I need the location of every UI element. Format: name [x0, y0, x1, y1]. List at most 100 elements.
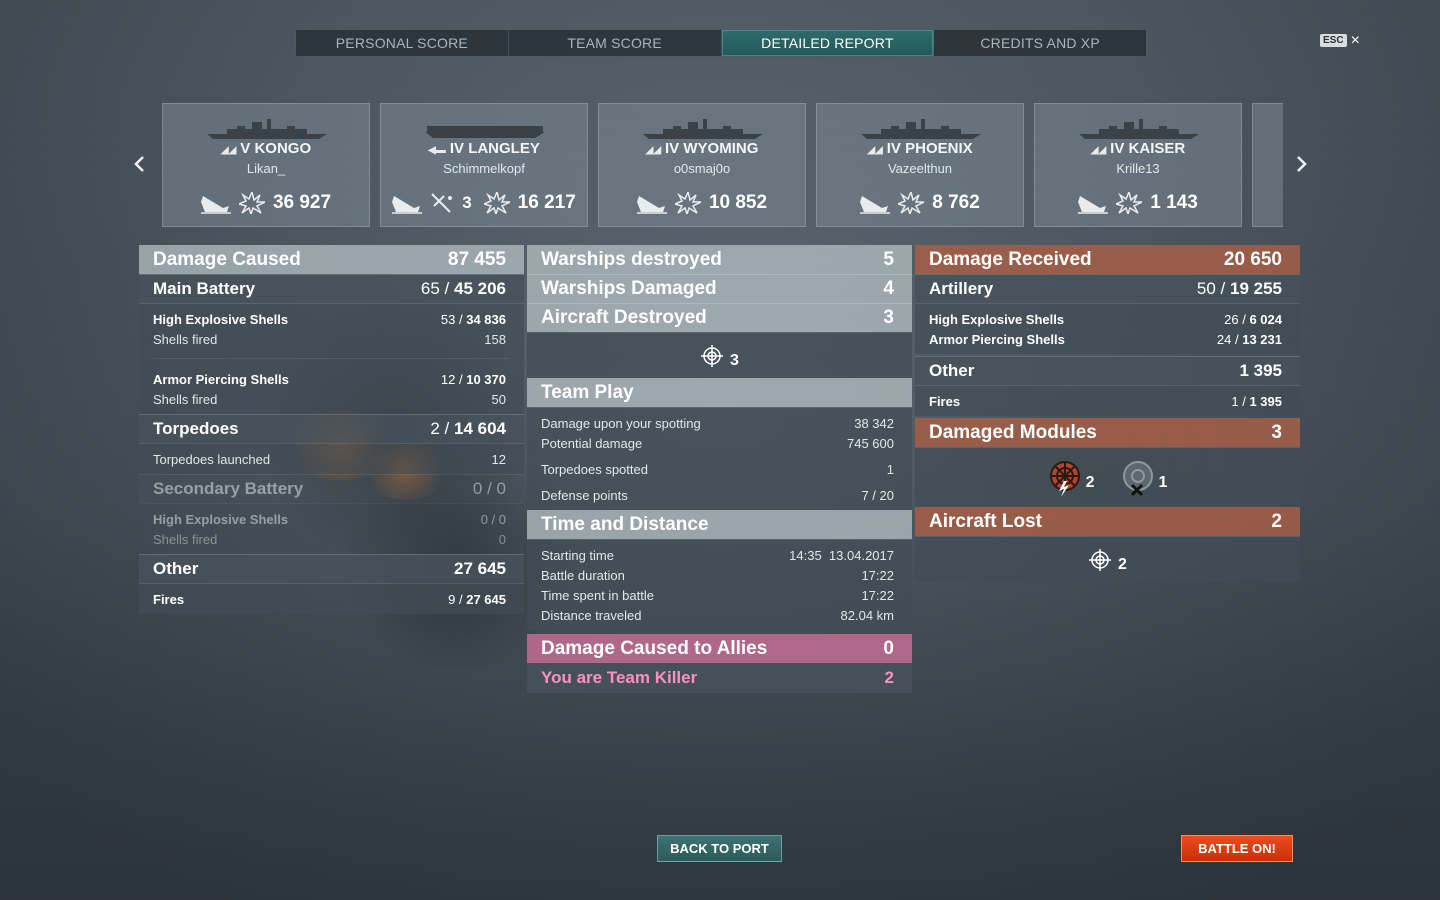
battle-on-button[interactable]: BATTLE ON! [1181, 835, 1293, 862]
team-killer-row: You are Team Killer 2 [527, 663, 912, 693]
aircraft-destroyed-icons: 3 [527, 332, 912, 378]
torpedoes-details: Torpedoes launched 12 [139, 443, 524, 474]
ship-card[interactable]: ◢◢ IV KAISER Krille13 1 143 [1034, 103, 1242, 227]
ship-sunk-icon [1078, 196, 1109, 214]
ship-name-label: PHOENIX [905, 140, 973, 157]
ship-silhouette-icon [425, 126, 545, 138]
time-spent-row: Time spent in battle 17:22 [541, 587, 894, 603]
ship-name: ◀▬ IV LANGLEY [381, 140, 587, 157]
torpedoes-launched-row: Torpedoes launched 12 [153, 451, 506, 467]
ship-stats: 36 927 [163, 190, 369, 216]
ship-class-icon: ◢◢ [645, 145, 662, 156]
damage-burst-icon [238, 192, 265, 214]
ship-card[interactable]: ◢◢ IV WYOMING o0smaj0o 10 852 [598, 103, 806, 227]
damaged-modules-header: Damaged Modules 3 [915, 418, 1300, 447]
ship-silhouette-icon [643, 119, 763, 139]
ship-class-icon: ◢◢ [867, 145, 883, 156]
ship-sunk-icon [392, 196, 423, 214]
ship-name-label: KAISER [1128, 140, 1186, 157]
ship-card[interactable]: ◢◢ V KONGO Likan_ 36 927 [162, 103, 370, 227]
ship-name: ◢◢ IV KAISER [1035, 140, 1241, 157]
damage-caused-header: Damage Caused 87 455 [139, 245, 524, 274]
ship-name: ◢◢ IV WYOMING [599, 140, 805, 157]
ship-tier: IV [886, 140, 901, 157]
ship-class-icon: ◢◢ [220, 145, 237, 156]
spotting-damage-row: Damage upon your spotting 38 342 [541, 415, 894, 431]
torpedoes-spotted-row: Torpedoes spotted 1 [541, 461, 894, 477]
ship-tier: IV [1110, 140, 1125, 157]
torpedoes-row: Torpedoes 2 / 14 604 [139, 414, 524, 443]
ship-silhouette-icon [861, 119, 981, 139]
crosshair-icon [701, 344, 724, 367]
aircraft-shot-count: 3 [462, 193, 472, 212]
carousel-next-button[interactable] [1292, 152, 1312, 178]
ship-tier: IV [665, 140, 680, 157]
received-other-details: Fires 1 / 1 395 [915, 385, 1300, 416]
starting-time-row: Starting time 14:35 13.04.2017 [541, 547, 894, 563]
aircraft-lost-icons: 2 [915, 536, 1300, 582]
he-shells-row: High Explosive Shells 53 / 34 836 [153, 311, 506, 327]
defense-points-row: Defense points 7 / 20 [541, 487, 894, 503]
secondary-fired-row: Shells fired 0 [153, 531, 506, 547]
tab-credits-xp[interactable]: CREDITS AND XP [934, 30, 1146, 56]
ship-stats: 3 16 217 [381, 190, 587, 216]
ship-name-label: LANGLEY [468, 140, 540, 157]
battle-summary-panel: Warships destroyed 5 Warships Damaged 4 … [527, 245, 912, 693]
ap-shells-fired-row: Shells fired 50 [153, 391, 506, 407]
ship-damage-value: 8 762 [932, 192, 980, 213]
received-he-row: High Explosive Shells 26 / 6 024 [929, 311, 1282, 327]
esc-key-label: ESC [1320, 34, 1347, 47]
fires-row: Fires 9 / 27 645 [153, 591, 506, 607]
player-name: o0smaj0o [673, 161, 731, 176]
ship-damage-value: 36 927 [272, 192, 332, 213]
chevron-right-icon [1297, 156, 1307, 172]
ship-card[interactable]: ◀▬ IV LANGLEY Schimmelkopf 3 16 217 [380, 103, 588, 227]
ship-tier: V [240, 140, 251, 157]
other-damage-details: Fires 9 / 27 645 [139, 583, 524, 614]
secondary-battery-details: High Explosive Shells 0 / 0 Shells fired… [139, 503, 524, 554]
back-to-port-button[interactable]: BACK TO PORT [657, 835, 782, 862]
received-other-row: Other 1 395 [915, 356, 1300, 385]
ship-card[interactable]: ◢◢ IV PHOENIX Vazeelthun 8 762 [816, 103, 1024, 227]
secondary-he-row: High Explosive Shells 0 / 0 [153, 511, 506, 527]
warships-destroyed-header: Warships destroyed 5 [527, 245, 912, 274]
ship-damage-value: 10 852 [708, 192, 768, 213]
ship-damage-value: 16 217 [517, 192, 576, 213]
artillery-row: Artillery 50 / 19 255 [915, 274, 1300, 303]
carousel-prev-button[interactable] [129, 152, 149, 178]
engine-damage-count: 1 [1158, 473, 1168, 491]
ship-stats: 10 852 [599, 190, 805, 216]
ship-sunk-icon [200, 196, 231, 214]
ship-tier: IV [449, 140, 465, 157]
player-name: Likan_ [246, 161, 286, 176]
steering-gear-icon [1049, 460, 1080, 497]
tab-personal-score[interactable]: PERSONAL SCORE [296, 30, 509, 56]
close-icon: × [1350, 31, 1360, 49]
ship-silhouette-icon [1079, 119, 1199, 139]
ship-name: ◢◢ IV PHOENIX [817, 140, 1023, 157]
ship-damage-value: 1 143 [1150, 192, 1198, 213]
other-damage-row: Other 27 645 [139, 554, 524, 583]
battle-duration-row: Battle duration 17:22 [541, 567, 894, 583]
ship-card-partial[interactable] [1252, 103, 1283, 227]
time-distance-header: Time and Distance [527, 510, 912, 539]
received-fires-row: Fires 1 / 1 395 [929, 393, 1282, 409]
player-name: Schimmelkopf [443, 161, 525, 176]
allies-damage-header: Damage Caused to Allies 0 [527, 634, 912, 663]
ship-name: ◢◢ V KONGO [163, 140, 369, 157]
team-play-header: Team Play [527, 378, 912, 407]
damage-burst-icon [483, 192, 510, 214]
damage-burst-icon [1116, 192, 1143, 214]
tab-detailed-report[interactable]: DETAILED REPORT [721, 30, 935, 56]
steering-damage-count: 2 [1085, 473, 1095, 491]
esc-close-button[interactable]: ESC × [1320, 31, 1360, 49]
damage-received-header: Damage Received 20 650 [915, 245, 1300, 274]
damage-burst-icon [674, 192, 701, 214]
ap-shells-row: Armor Piercing Shells 12 / 10 370 [153, 371, 506, 387]
ship-sunk-icon [860, 196, 891, 214]
team-play-details: Damage upon your spotting 38 342 Potenti… [527, 407, 912, 510]
ship-stats: 8 762 [817, 190, 1023, 216]
damage-received-panel: Damage Received 20 650 Artillery 50 / 19… [915, 245, 1300, 582]
warships-damaged-header: Warships Damaged 4 [527, 274, 912, 303]
tab-team-score[interactable]: TEAM SCORE [509, 30, 722, 56]
